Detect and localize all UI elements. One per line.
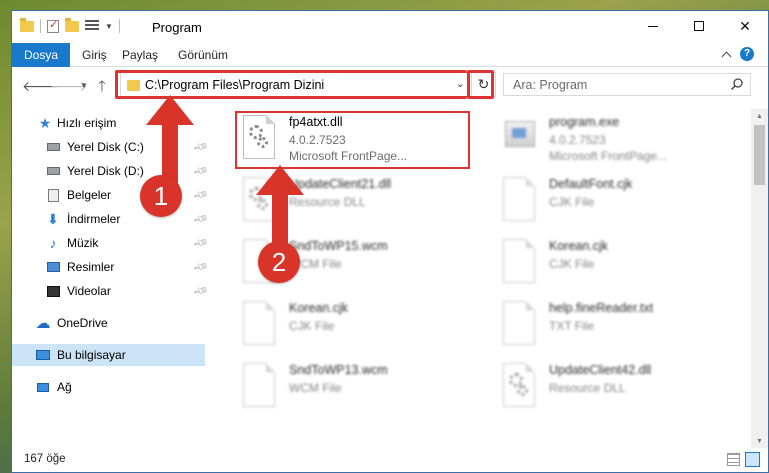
exe-file-icon <box>503 115 537 161</box>
file-item-fp4atxt[interactable]: fp4atxt.dll 4.0.2.7523 Microsoft FrontPa… <box>237 113 477 169</box>
window-title: Program <box>152 20 202 35</box>
document-file-icon <box>503 301 537 347</box>
ribbon-tabs: Dosya Giriş Paylaş Görünüm ? <box>12 43 768 67</box>
file-item-korean-cjk[interactable]: Korean.cjk CJK File <box>497 237 737 293</box>
help-icon[interactable]: ? <box>740 47 754 61</box>
file-item-korean-cjk-2[interactable]: Korean.cjk CJK File <box>237 299 477 355</box>
navigation-bar: 🡐 🡒 ▼ 🡑 C:\Program Files\Program Dizini … <box>12 68 768 104</box>
up-arrow-icon[interactable]: 🡑 <box>98 76 106 101</box>
document-file-icon <box>503 177 537 223</box>
minimize-button[interactable] <box>630 11 676 41</box>
file-item-defaultfont[interactable]: DefaultFont.cjk CJK File <box>497 175 737 231</box>
file-item-updateclient42[interactable]: UpdateClient42.dll Resource DLL <box>497 361 737 417</box>
document-file-icon <box>243 301 277 347</box>
dll-file-icon <box>243 115 277 161</box>
scroll-thumb[interactable] <box>754 125 765 185</box>
chevron-up-icon[interactable] <box>721 51 732 61</box>
item-count: 167 öğe <box>24 453 66 465</box>
properties-check-icon[interactable] <box>47 18 59 33</box>
download-icon: ⬇ <box>47 210 59 227</box>
window-controls: ✕ <box>630 11 768 41</box>
pictures-icon <box>46 260 60 274</box>
sidebar-item-onedrive[interactable]: ☁ OneDrive <box>12 312 205 334</box>
recent-locations-icon[interactable]: ▼ <box>80 81 88 90</box>
sidebar-item-videos[interactable]: Videolar 📌︎ <box>12 280 209 302</box>
sidebar-item-network[interactable]: Ağ <box>12 376 205 398</box>
music-icon: ♪ <box>49 235 57 251</box>
refresh-button[interactable]: ↻ <box>471 73 495 96</box>
documents-icon <box>46 188 60 202</box>
folder-icon <box>20 17 34 32</box>
step-badge-1: 1 <box>140 175 182 217</box>
file-item-program-exe[interactable]: program.exe 4.0.2.7523 Microsoft FrontPa… <box>497 113 737 169</box>
search-box[interactable] <box>503 73 751 96</box>
close-icon: ✕ <box>739 17 751 34</box>
computer-icon <box>36 348 50 362</box>
tab-view[interactable]: Görünüm <box>178 43 228 67</box>
dll-file-icon <box>503 363 537 409</box>
new-folder-icon[interactable] <box>65 17 79 32</box>
sidebar-item-this-pc[interactable]: Bu bilgisayar <box>12 344 205 366</box>
star-icon: ★ <box>38 114 52 131</box>
step-badge-2: 2 <box>258 241 300 283</box>
chevron-down-icon[interactable]: ⌄ <box>456 77 465 90</box>
drive-icon <box>46 140 60 154</box>
ribbon-controls: ? <box>721 47 754 61</box>
sidebar-item-pictures[interactable]: Resimler 📌︎ <box>12 256 209 278</box>
drive-icon <box>46 164 60 178</box>
large-icons-view-icon[interactable] <box>745 452 760 467</box>
title-bar: ▼ Program ✕ <box>12 11 768 43</box>
scroll-down-icon[interactable]: ▼ <box>756 438 763 445</box>
tab-share[interactable]: Paylaş <box>122 43 158 67</box>
explorer-window: ▼ Program ✕ Dosya Giriş Paylaş Görünüm ?… <box>11 10 769 473</box>
file-item-help-txt[interactable]: help.fineReader.txt TXT File <box>497 299 737 355</box>
cloud-icon: ☁ <box>35 315 51 332</box>
network-icon <box>36 380 50 394</box>
refresh-icon: ↻ <box>477 76 490 92</box>
address-path[interactable]: C:\Program Files\Program Dizini <box>145 78 324 92</box>
details-view-icon[interactable] <box>727 453 740 466</box>
folder-icon <box>127 80 140 91</box>
search-icon[interactable] <box>730 77 744 91</box>
maximize-icon <box>694 21 704 31</box>
toolbar-separator <box>40 19 41 33</box>
quick-access-toolbar: ▼ <box>20 17 120 33</box>
search-input[interactable] <box>504 74 714 95</box>
scroll-up-icon[interactable]: ▲ <box>756 113 763 120</box>
address-bar[interactable]: C:\Program Files\Program Dizini ⌄ ↻ <box>120 72 496 97</box>
tab-home[interactable]: Giriş <box>82 43 107 67</box>
toolbar-separator <box>118 19 120 33</box>
sidebar-item-downloads[interactable]: ⬇ İndirmeler 📌︎ <box>12 208 208 230</box>
document-file-icon <box>503 239 537 285</box>
close-button[interactable]: ✕ <box>722 11 768 41</box>
sidebar-item-music[interactable]: ♪ Müzik 📌︎ <box>12 232 209 254</box>
minimize-icon <box>648 25 658 27</box>
status-bar: 167 öğe <box>12 448 768 472</box>
maximize-button[interactable] <box>676 11 722 41</box>
video-icon <box>46 284 60 298</box>
document-file-icon <box>243 363 277 409</box>
toolbar-dropdown-icon[interactable]: ▼ <box>105 22 113 31</box>
tab-file[interactable]: Dosya <box>12 43 70 67</box>
file-item-sndtowp13[interactable]: SndToWP13.wcm WCM File <box>237 361 477 417</box>
vertical-scrollbar[interactable]: ▲ ▼ <box>751 109 768 449</box>
customize-toolbar-icon[interactable] <box>85 20 99 32</box>
